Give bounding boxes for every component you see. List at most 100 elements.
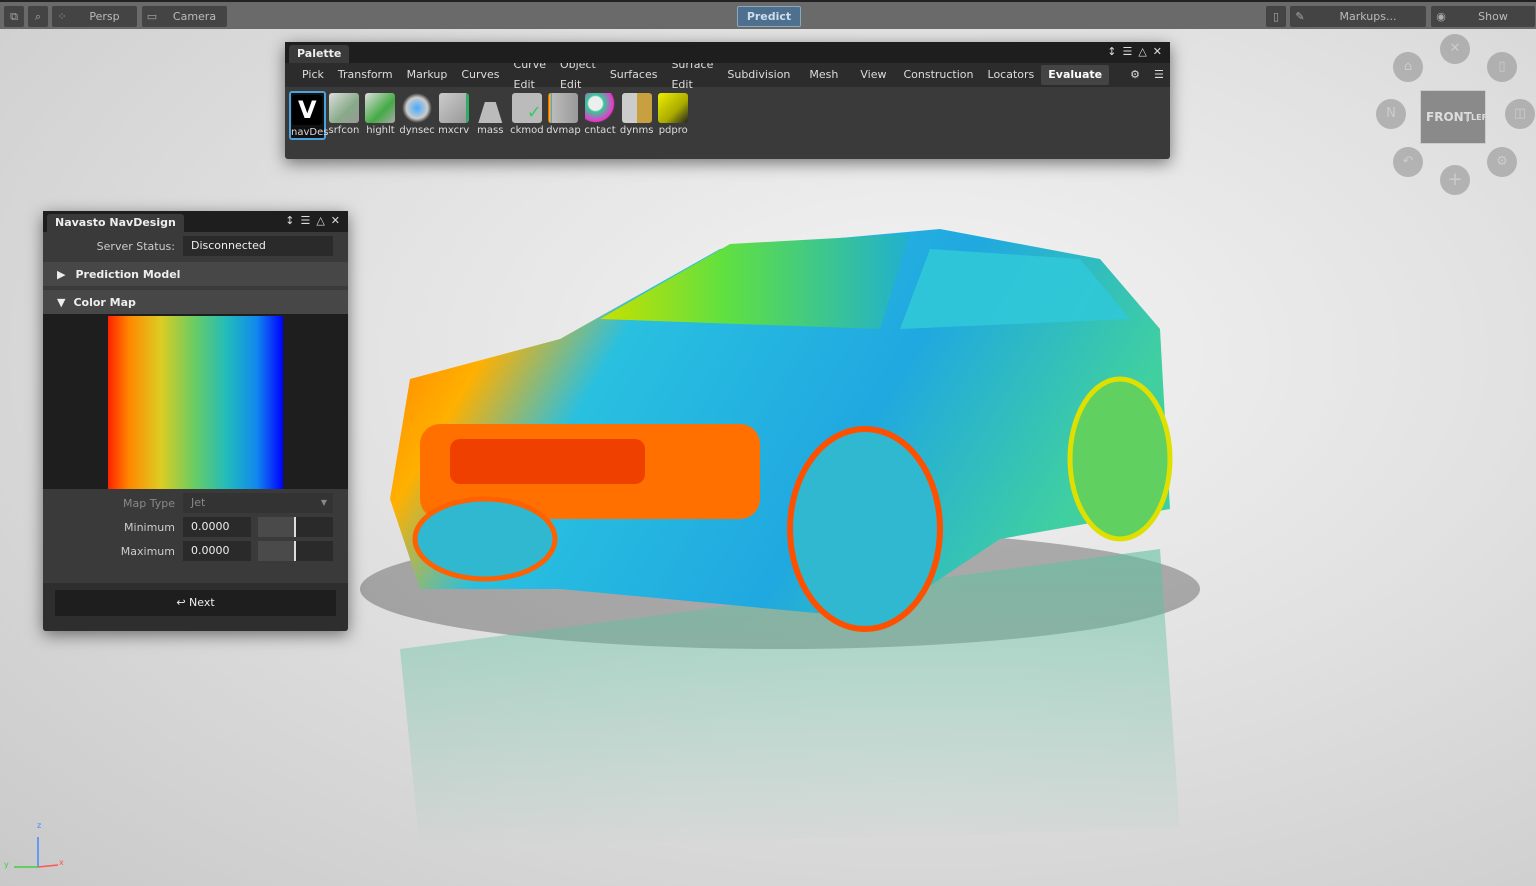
palette-title: Palette [289,45,349,63]
tab-construction[interactable]: Construction [896,65,980,85]
check-model-icon: ✓ [512,93,542,123]
tool-pdpro[interactable]: pdpro [655,91,692,140]
pin-off-icon[interactable]: ✕ [1440,34,1470,64]
product-design-icon [658,93,688,123]
bookmark-icon[interactable]: ▯ [1487,52,1517,82]
camera-button[interactable]: ▭Camera [142,6,227,27]
clipboard-icon: ▯ [1266,10,1286,23]
collapse-arrow-icon: ▼ [57,296,65,309]
close-icon[interactable]: ✕ [331,214,340,227]
zoom-button[interactable]: ⌕ [28,6,48,27]
tab-markup[interactable]: Markup [400,65,455,85]
y-axis-label: y [4,860,9,869]
tool-dynms[interactable]: dynms [618,91,655,140]
tab-curves[interactable]: Curves [454,65,506,85]
undo-view-icon[interactable]: ↶ [1393,147,1423,177]
x-axis-label: x [59,858,64,867]
car-front-wheel [790,429,940,629]
tab-transform[interactable]: Transform [331,65,400,85]
deviation-map-icon [548,93,578,123]
contact-icon [585,93,615,123]
return-arrow-icon: ↩ [176,596,189,609]
show-button[interactable]: ◉Show [1431,6,1535,27]
navdesign-panel: Navasto NavDesign ↕☰△✕ Server Status:Dis… [43,211,348,631]
tool-highlt[interactable]: highlt [362,91,399,140]
minimum-input[interactable]: 0.0000 [183,517,251,537]
popout-button[interactable]: ⧉ [4,6,24,27]
maximum-label: Maximum [43,545,183,558]
persp-button[interactable]: ⁘Persp [52,6,137,27]
tab-pick[interactable]: Pick [295,65,331,85]
weight-icon [475,93,505,123]
persp-label: Persp [72,10,137,23]
tool-ckmod[interactable]: ✓ckmod [509,91,546,140]
tab-view[interactable]: View [850,65,896,85]
map-type-select[interactable]: Jet▼ [183,493,333,513]
close-icon[interactable]: ✕ [1153,45,1162,58]
maximum-slider[interactable] [258,541,333,561]
minimum-slider[interactable] [258,517,333,537]
tab-mesh[interactable]: Mesh [797,65,850,85]
tool-mxcrv[interactable]: mxcrv [435,91,472,140]
settings-icon[interactable]: ⚙ [1123,65,1147,85]
next-button[interactable]: ↩ Next [55,590,336,616]
tab-surfaces[interactable]: Surfaces [603,65,665,85]
axis-triad: z x y [0,815,70,880]
hamburger-icon[interactable]: ☰ [1147,65,1171,85]
search-icon: ⌕ [28,10,48,24]
color-map-section[interactable]: ▼Color Map [43,290,348,314]
view-cube-front[interactable]: FRONT [1421,110,1467,124]
palette-menu: Pick Transform Markup Curves Curve Edit … [285,63,1170,87]
pen-icon: ✎ [1290,10,1310,23]
palette-panel: Palette ↕☰△✕ Pick Transform Markup Curve… [285,42,1170,159]
highlight-icon [365,93,395,123]
navdesign-title: Navasto NavDesign [47,214,184,232]
popout-icon: ⧉ [4,10,24,24]
expand-arrow-icon: ▶ [57,268,65,281]
tool-navdes[interactable]: VnavDes [289,91,326,140]
tool-mass[interactable]: mass [472,91,509,140]
maximum-input[interactable]: 0.0000 [183,541,251,561]
tool-srfcon[interactable]: srfcon [326,91,363,140]
viewport-toolbar: ⧉ ⌕ ⁘Persp ▭Camera Predict ▯ ✎Markups...… [0,0,1536,29]
tool-cntact[interactable]: cntact [582,91,619,140]
plus-icon[interactable]: + [1440,165,1470,195]
color-map-area [43,314,348,489]
clipboard-button[interactable]: ▯ [1266,6,1286,27]
dropdown-arrow-icon: ▼ [321,493,327,513]
tool-dynsec[interactable]: dynsec [399,91,436,140]
pin-icon[interactable]: ↕ [285,214,294,227]
views-icon[interactable]: ◫ [1505,99,1535,129]
tab-evaluate[interactable]: Evaluate [1041,65,1109,85]
markups-button[interactable]: ✎Markups... [1290,6,1426,27]
navasto-v-icon: V [292,95,322,125]
menu-icon[interactable]: ☰ [1122,45,1132,58]
car-left-wheel [415,499,555,579]
predict-button[interactable]: Predict [737,6,801,27]
car-roof [600,234,910,329]
view-cube[interactable]: FRONT LEFT [1420,90,1486,144]
settings-icon[interactable]: ⚙ [1487,147,1517,177]
tab-subdivision[interactable]: Subdivision [720,65,797,85]
show-label: Show [1451,10,1535,23]
walk-icon[interactable]: N [1376,99,1406,129]
collapse-icon[interactable]: △ [316,214,324,227]
surface-continuity-icon [329,93,359,123]
markups-label: Markups... [1310,10,1426,23]
jet-colormap-preview [108,316,283,489]
pin-icon[interactable]: ↕ [1107,45,1116,58]
home-icon[interactable]: ⌂ [1393,52,1423,82]
minimum-label: Minimum [43,521,183,534]
server-status-value: Disconnected [183,236,333,256]
view-cube-left[interactable]: LEFT [1467,113,1492,122]
tool-dvmap[interactable]: dvmap [545,91,582,140]
dynamic-measure-icon [622,93,652,123]
camera-icon: ▭ [142,10,162,23]
tab-locators[interactable]: Locators [981,65,1042,85]
camera-label: Camera [162,10,227,23]
menu-icon[interactable]: ☰ [300,214,310,227]
collapse-icon[interactable]: △ [1138,45,1146,58]
prediction-model-section[interactable]: ▶Prediction Model [43,262,348,286]
dynamic-section-icon [402,93,432,123]
map-type-label: Map Type [43,497,183,510]
